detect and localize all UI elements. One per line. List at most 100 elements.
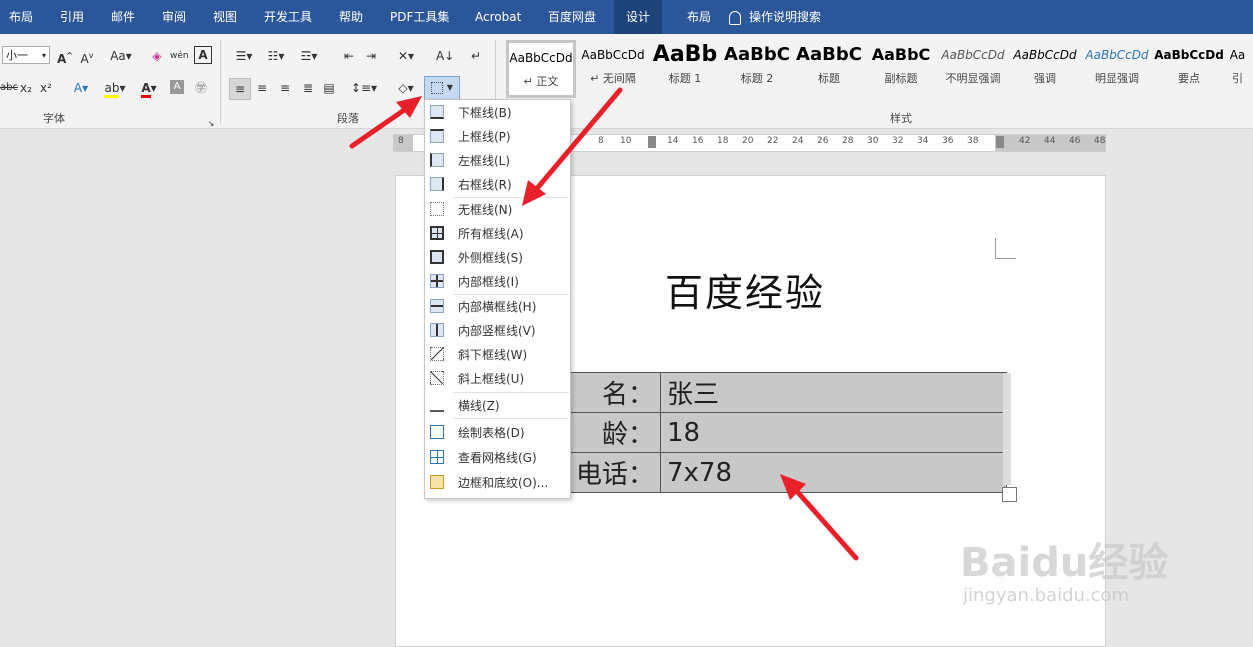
table-cell-key[interactable]: 电话： [560, 452, 661, 493]
justify-icon[interactable]: ≣ [298, 78, 318, 98]
menu-item-diagonal-up-border[interactable]: 斜上框线(U) [425, 367, 570, 391]
font-size-select[interactable]: 小一 ▾ [2, 46, 50, 64]
shrink-font-button[interactable]: Av [78, 46, 96, 66]
column-marker[interactable] [996, 136, 1004, 148]
style-heading-2[interactable]: AaBbC 标题 2 [722, 40, 792, 98]
tell-me-search[interactable]: 操作说明搜索 [729, 0, 821, 34]
borders-button[interactable]: ▾ [424, 76, 460, 100]
subscript-icon[interactable]: x₂ [18, 78, 34, 98]
menu-item-view-gridlines[interactable]: 查看网格线(G) [425, 446, 570, 470]
numbering-icon[interactable]: ☷▾ [262, 46, 290, 66]
style-quote[interactable]: Aa 引 [1222, 40, 1253, 98]
menu-item-all-borders[interactable]: 所有框线(A) [425, 222, 570, 246]
style-title[interactable]: AaBbC 标题 [794, 40, 864, 98]
font-color-icon[interactable]: A▾ [136, 78, 162, 98]
chinese-layout-icon[interactable]: ✕▾ [392, 46, 420, 66]
ruler-tick: 18 [717, 136, 729, 146]
align-left-icon[interactable]: ≡ [229, 78, 251, 100]
borders-shading-icon [430, 475, 444, 489]
table-cell-key[interactable]: 名： [560, 372, 661, 413]
top-border-icon [430, 129, 444, 143]
distributed-icon[interactable]: ▤ [320, 78, 338, 98]
menu-item-draw-table[interactable]: 绘制表格(D) [425, 421, 570, 445]
sort-icon[interactable]: A↓ [436, 46, 454, 66]
tab-table-design[interactable]: 设计 [614, 0, 663, 34]
superscript-icon[interactable]: x² [38, 78, 54, 98]
style-subtitle[interactable]: AaBbC 副标题 [866, 40, 936, 98]
highlight-color-icon[interactable]: ab▾ [100, 78, 130, 98]
align-center-icon[interactable]: ≡ [252, 78, 272, 98]
left-border-icon [430, 153, 444, 167]
style-intense-emphasis[interactable]: AaBbCcDd 明显强调 [1082, 40, 1152, 98]
style-strong[interactable]: AaBbCcDd 要点 [1154, 40, 1224, 98]
text-effects-icon[interactable]: A▾ [68, 78, 94, 98]
decrease-indent-icon[interactable]: ⇤ [340, 46, 358, 66]
ruler-tick: 44 [1044, 136, 1056, 146]
column-marker[interactable] [648, 136, 656, 148]
diagonal-down-border-icon [430, 347, 444, 361]
style-no-spacing[interactable]: AaBbCcDd ↵ 无间隔 [578, 40, 648, 98]
phonetic-guide-icon[interactable]: wén [170, 46, 189, 66]
increase-indent-icon[interactable]: ⇥ [362, 46, 380, 66]
table-resize-handle[interactable] [1002, 487, 1017, 502]
tab-references[interactable]: 引用 [60, 0, 84, 34]
tab-developer[interactable]: 开发工具 [264, 0, 312, 34]
tab-layout[interactable]: 布局 [9, 0, 33, 34]
font-dialog-launcher-icon[interactable]: ↘ [206, 114, 216, 134]
menu-item-outside-borders[interactable]: 外侧框线(S) [425, 246, 570, 270]
bullets-icon[interactable]: ☰▾ [230, 46, 258, 66]
menu-item-inside-horizontal-border[interactable]: 内部横框线(H) [425, 295, 570, 319]
menu-item-horizontal-line[interactable]: 横线(Z) [425, 394, 570, 418]
document-title[interactable]: 百度经验 [665, 262, 825, 317]
style-normal[interactable]: AaBbCcDd ↵ 正文 [506, 40, 576, 98]
right-border-icon [430, 177, 444, 191]
table-cell-key[interactable]: 龄： [560, 412, 661, 453]
document-table[interactable]: 名： 张三 龄： 18 电话： 7x78 [560, 372, 1007, 493]
group-label-styles: 样式 [890, 112, 912, 125]
ruler-tick: 30 [867, 136, 879, 146]
menu-item-bottom-border[interactable]: 下框线(B) [425, 101, 570, 125]
inside-horizontal-border-icon [430, 299, 444, 313]
show-hide-marks-icon[interactable]: ↵ [468, 46, 484, 66]
menu-item-diagonal-down-border[interactable]: 斜下框线(W) [425, 343, 570, 367]
menu-item-right-border[interactable]: 右框线(R) [425, 173, 570, 197]
line-spacing-icon[interactable]: ↕≡▾ [348, 78, 380, 98]
menu-item-borders-and-shading[interactable]: 边框和底纹(O)... [425, 471, 570, 495]
menu-item-inside-vertical-border[interactable]: 内部竖框线(V) [425, 319, 570, 343]
tab-help[interactable]: 帮助 [339, 0, 363, 34]
table-cell-value[interactable]: 张三 [660, 372, 1007, 413]
tab-acrobat[interactable]: Acrobat [475, 0, 521, 34]
menu-item-inside-borders[interactable]: 内部框线(I) [425, 270, 570, 294]
change-case-button[interactable]: Aa▾ [106, 46, 136, 66]
character-border-icon[interactable]: A [194, 46, 212, 64]
strikethrough-icon[interactable]: abc [0, 78, 18, 98]
style-subtle-emphasis[interactable]: AaBbCcDd 不明显强调 [938, 40, 1008, 98]
multilevel-list-icon[interactable]: ☲▾ [294, 46, 324, 66]
shading-paint-bucket-icon[interactable]: ◇▾ [392, 78, 420, 98]
table-row: 龄： 18 [560, 412, 1007, 453]
menu-item-no-border[interactable]: 无框线(N) [425, 198, 570, 222]
menu-item-left-border[interactable]: 左框线(L) [425, 149, 570, 173]
view-gridlines-icon [430, 450, 444, 464]
table-cell-value[interactable]: 18 [660, 412, 1007, 453]
tab-mailings[interactable]: 邮件 [111, 0, 135, 34]
no-border-icon [430, 202, 444, 216]
enclose-characters-icon[interactable]: ㊫ [192, 78, 210, 98]
clear-format-icon[interactable]: ◈ [148, 46, 166, 66]
table-cell-value[interactable]: 7x78 [660, 452, 1007, 493]
tab-review[interactable]: 审阅 [162, 0, 186, 34]
align-right-icon[interactable]: ≡ [275, 78, 295, 98]
tab-table-layout[interactable]: 布局 [675, 0, 723, 34]
tab-view[interactable]: 视图 [213, 0, 237, 34]
ruler-tick: 14 [667, 136, 679, 146]
character-shading-icon[interactable]: A [170, 80, 184, 94]
menu-item-top-border[interactable]: 上框线(P) [425, 125, 570, 149]
tab-baidu-netdisk[interactable]: 百度网盘 [548, 0, 596, 34]
lightbulb-icon [729, 10, 741, 25]
group-separator [220, 40, 221, 124]
style-emphasis[interactable]: AaBbCcDd 强调 [1010, 40, 1080, 98]
grow-font-button[interactable]: A^ [56, 46, 74, 66]
tab-pdf-tools[interactable]: PDF工具集 [390, 0, 449, 34]
style-heading-1[interactable]: AaBb 标题 1 [650, 40, 720, 98]
borders-dropdown-menu: 下框线(B) 上框线(P) 左框线(L) 右框线(R) 无框线(N) 所有框线(… [424, 99, 571, 499]
